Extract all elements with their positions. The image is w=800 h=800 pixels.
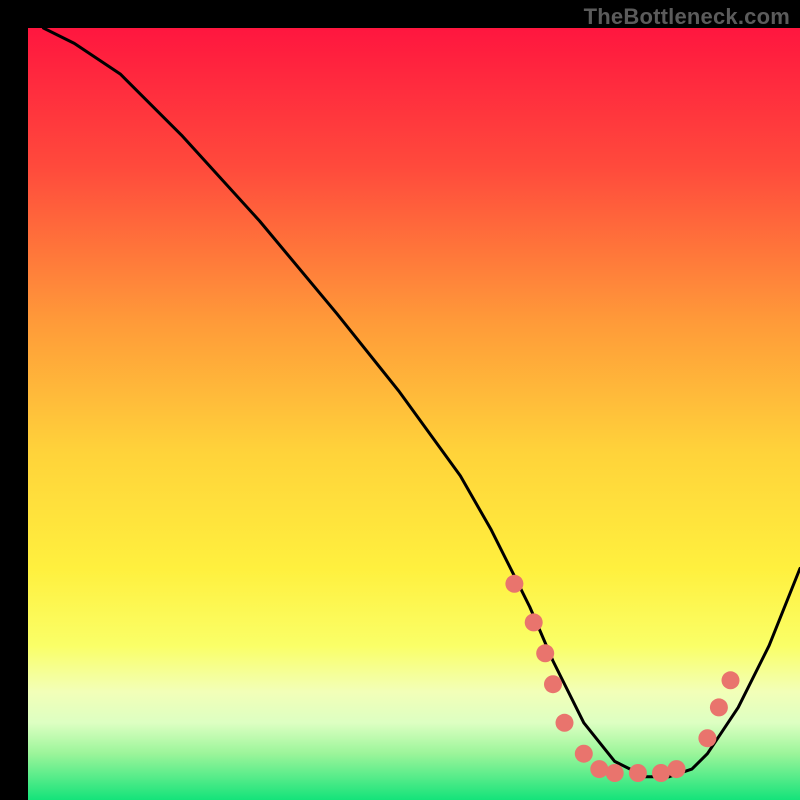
chart-frame: [14, 14, 786, 786]
highlight-dot: [629, 764, 647, 782]
highlight-dot: [525, 613, 543, 631]
highlight-dot: [556, 714, 574, 732]
chart-svg: [28, 28, 800, 800]
highlight-dot: [590, 760, 608, 778]
highlight-dot: [698, 729, 716, 747]
highlight-dot: [668, 760, 686, 778]
highlight-dot: [722, 671, 740, 689]
highlight-dot: [575, 745, 593, 763]
watermark-text: TheBottleneck.com: [584, 4, 790, 30]
highlight-dot: [710, 698, 728, 716]
highlight-dot: [652, 764, 670, 782]
plot-area: [28, 28, 800, 800]
highlight-dot: [505, 575, 523, 593]
highlight-dot: [544, 675, 562, 693]
highlight-dot: [606, 764, 624, 782]
highlight-dot: [536, 644, 554, 662]
